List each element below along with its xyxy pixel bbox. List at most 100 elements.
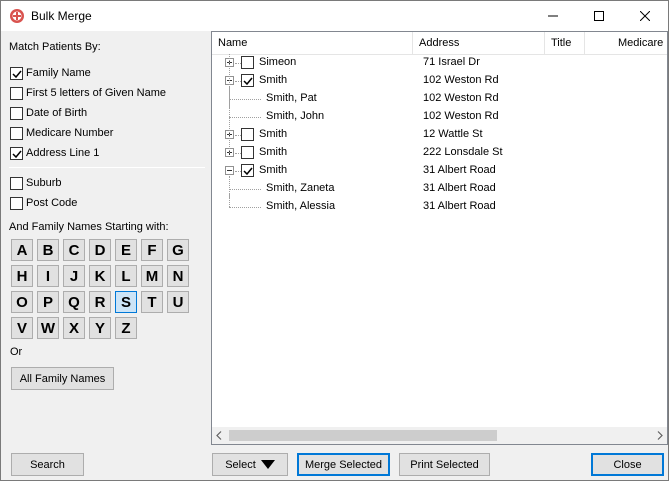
row-address: 31 Albert Road (423, 200, 496, 212)
row-name: Smith (259, 164, 288, 176)
checkbox-box[interactable] (10, 86, 23, 100)
close-icon (640, 11, 650, 21)
match-given-name-checkbox[interactable]: First 5 letters of Given Name (10, 85, 166, 101)
letter-button-a[interactable]: A (11, 239, 33, 261)
checkbox-label: Date of Birth (26, 107, 88, 119)
tree-group-row[interactable]: Smith 102 Weston Rd (212, 72, 667, 90)
row-checkbox[interactable] (241, 164, 254, 177)
divider (9, 167, 205, 168)
letter-button-q[interactable]: Q (63, 291, 85, 313)
checkbox-box[interactable] (10, 196, 23, 210)
checkbox-label: Medicare Number (26, 127, 114, 139)
letter-button-s[interactable]: S (115, 291, 137, 313)
letter-button-p[interactable]: P (37, 291, 59, 313)
match-family-name-checkbox[interactable]: Family Name (10, 65, 91, 81)
collapse-icon[interactable] (225, 166, 234, 175)
letter-button-k[interactable]: K (89, 265, 111, 287)
row-name: Smith (259, 146, 288, 158)
search-button[interactable]: Search (11, 453, 84, 476)
tree-connector (229, 207, 261, 208)
letter-button-x[interactable]: X (63, 317, 85, 339)
match-address-checkbox[interactable]: Address Line 1 (10, 145, 99, 161)
checkbox-box[interactable] (10, 176, 23, 190)
letter-button-v[interactable]: V (11, 317, 33, 339)
letter-button-c[interactable]: C (63, 239, 85, 261)
checkbox-box[interactable] (10, 126, 23, 140)
tree-group-row[interactable]: Smith 222 Lonsdale St (212, 144, 667, 162)
row-checkbox[interactable] (241, 56, 254, 69)
letter-button-l[interactable]: L (115, 265, 137, 287)
column-header-medicare[interactable]: Medicare N (585, 32, 667, 54)
merge-selected-button[interactable]: Merge Selected (297, 453, 390, 476)
tree-connector (229, 189, 261, 190)
window-title: Bulk Merge (31, 9, 92, 23)
column-header-name[interactable]: Name (212, 32, 413, 54)
match-criteria-panel: Match Patients By: Family Name First 5 l… (1, 31, 211, 480)
select-dropdown-button[interactable]: Select (212, 453, 288, 476)
letter-button-r[interactable]: R (89, 291, 111, 313)
letter-button-d[interactable]: D (89, 239, 111, 261)
letter-button-g[interactable]: G (167, 239, 189, 261)
match-suburb-checkbox[interactable]: Suburb (10, 175, 61, 191)
app-logo-icon (9, 8, 25, 24)
scrollbar-thumb[interactable] (229, 430, 497, 441)
tree-connector (229, 117, 261, 118)
match-dob-checkbox[interactable]: Date of Birth (10, 105, 87, 121)
letter-button-i[interactable]: I (37, 265, 59, 287)
scroll-right-icon[interactable] (657, 431, 663, 443)
match-postcode-checkbox[interactable]: Post Code (10, 195, 77, 211)
letter-button-y[interactable]: Y (89, 317, 111, 339)
scroll-left-icon[interactable] (216, 431, 222, 443)
row-address: 31 Albert Road (423, 182, 496, 194)
all-family-names-button[interactable]: All Family Names (11, 367, 114, 390)
title-bar: Bulk Merge (1, 1, 668, 31)
row-checkbox[interactable] (241, 128, 254, 141)
match-medicare-checkbox[interactable]: Medicare Number (10, 125, 113, 141)
checkbox-label: Address Line 1 (26, 147, 100, 159)
letter-button-m[interactable]: M (141, 265, 163, 287)
letter-button-u[interactable]: U (167, 291, 189, 313)
maximize-button[interactable] (576, 1, 622, 31)
letter-button-j[interactable]: J (63, 265, 85, 287)
print-selected-button[interactable]: Print Selected (399, 453, 490, 476)
close-window-button[interactable] (622, 1, 668, 31)
row-address: 71 Israel Dr (423, 56, 480, 68)
row-address: 31 Albert Road (423, 164, 496, 176)
letter-button-f[interactable]: F (141, 239, 163, 261)
checkbox-box[interactable] (10, 66, 23, 80)
checkbox-box[interactable] (10, 106, 23, 120)
horizontal-scrollbar[interactable] (212, 427, 667, 444)
tree-group-row[interactable]: Smith 31 Albert Road (212, 162, 667, 180)
tree-group-row[interactable]: Simeon 71 Israel Dr (212, 54, 667, 72)
tree-guide-line (229, 54, 230, 153)
column-header-address[interactable]: Address (413, 32, 545, 54)
row-name: Smith (259, 74, 288, 86)
checkbox-box[interactable] (10, 146, 23, 160)
letter-button-b[interactable]: B (37, 239, 59, 261)
letter-button-t[interactable]: T (141, 291, 163, 313)
tree-connector (229, 194, 230, 207)
close-button[interactable]: Close (591, 453, 664, 476)
letter-button-w[interactable]: W (37, 317, 59, 339)
patient-tree-grid[interactable]: Name Address Title Medicare N Simeon 71 I… (211, 31, 668, 445)
column-header-title[interactable]: Title (545, 32, 585, 54)
tree-child-row[interactable]: Smith, Pat 102 Weston Rd (212, 86, 667, 108)
merge-selected-label: Merge Selected (304, 458, 383, 471)
row-checkbox[interactable] (241, 74, 254, 87)
tree-group-row[interactable]: Smith 12 Wattle St (212, 126, 667, 144)
letter-button-e[interactable]: E (115, 239, 137, 261)
tree-child-row[interactable]: Smith, Zaneta 31 Albert Road (212, 176, 667, 198)
row-name: Smith, Pat (266, 92, 317, 104)
tree-child-row[interactable]: Smith, John 102 Weston Rd (212, 104, 667, 126)
letter-button-z[interactable]: Z (115, 317, 137, 339)
minimize-button[interactable] (530, 1, 576, 31)
checkbox-label: Post Code (26, 197, 78, 209)
search-label: Search (30, 458, 65, 471)
checkbox-label: First 5 letters of Given Name (26, 87, 166, 99)
column-header-label: Address (419, 37, 460, 49)
letter-button-h[interactable]: H (11, 265, 33, 287)
tree-child-row[interactable]: Smith, Alessia 31 Albert Road (212, 194, 667, 216)
row-checkbox[interactable] (241, 146, 254, 159)
letter-button-o[interactable]: O (11, 291, 33, 313)
letter-button-n[interactable]: N (167, 265, 189, 287)
